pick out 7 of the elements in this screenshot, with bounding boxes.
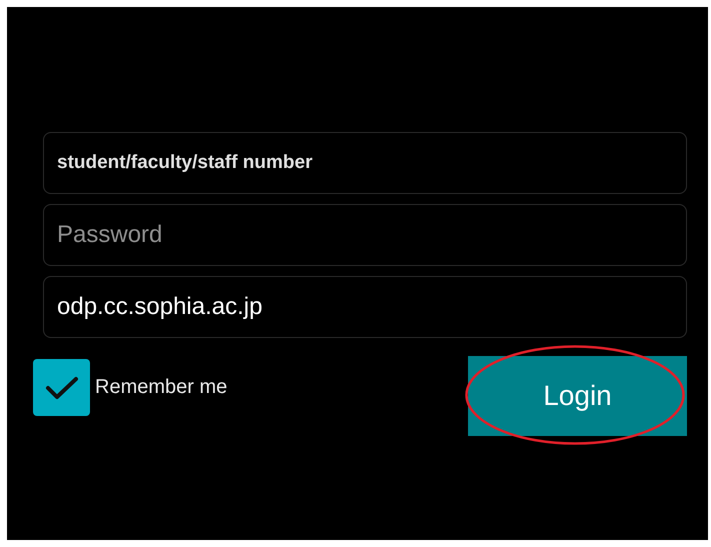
input-field[interactable]: odp.cc.sophia.ac.jp (43, 276, 687, 338)
checkbox[interactable] (33, 359, 90, 416)
input-field[interactable]: student/faculty/staff number (43, 132, 687, 194)
login-button[interactable]: Login (468, 356, 687, 436)
checkmark-icon (44, 374, 78, 400)
checkbox-label: Remember me (95, 374, 228, 400)
input-field[interactable]: Password (43, 204, 687, 266)
